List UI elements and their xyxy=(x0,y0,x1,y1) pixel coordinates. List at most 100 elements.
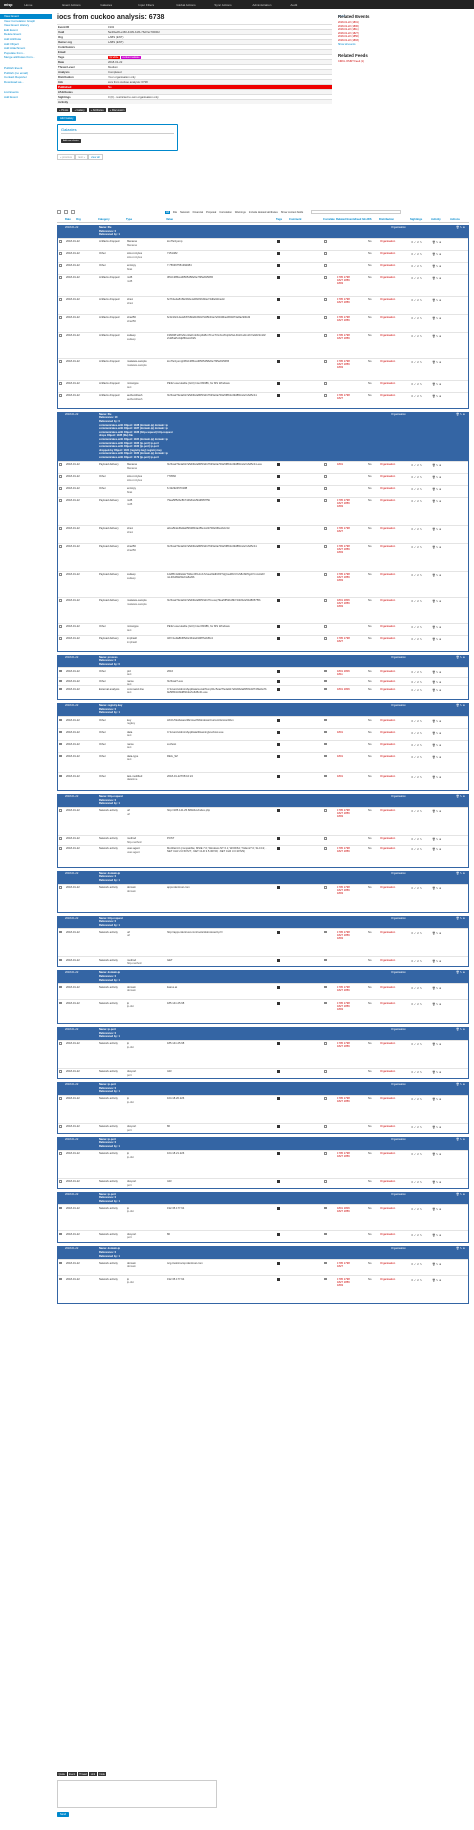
row-actions[interactable]: 🗑 ✎ ⊕ xyxy=(432,316,441,320)
add-tag-icon[interactable] xyxy=(277,837,280,841)
row-actions[interactable]: 🗑 ✎ ⊕ xyxy=(432,573,441,577)
row-checkbox[interactable] xyxy=(59,573,62,576)
correlate-checkbox[interactable] xyxy=(324,252,327,255)
correlate-checkbox[interactable] xyxy=(324,774,327,778)
row-checkbox[interactable] xyxy=(59,1097,62,1100)
column-header[interactable]: Org xyxy=(76,218,81,221)
column-header[interactable]: Feed hits xyxy=(355,218,367,221)
row-checkbox[interactable] xyxy=(59,394,62,397)
correlate-checkbox[interactable] xyxy=(324,718,327,722)
attribute-value[interactable]: svchost xyxy=(167,743,267,746)
related-events-links[interactable]: 1795 1798 1827 1856 1893 xyxy=(337,276,353,285)
correlate-checkbox[interactable] xyxy=(324,240,327,243)
attribute-value[interactable]: 443 xyxy=(167,1180,267,1183)
column-header[interactable]: Type xyxy=(126,218,132,221)
ids-flag[interactable]: No xyxy=(368,334,371,337)
ids-flag[interactable]: No xyxy=(368,637,371,640)
attribute-value[interactable]: f1c5ca27fe4a917a5d3b2a805f1d1f74.exe|79e… xyxy=(167,599,267,602)
object-actions[interactable]: 🗑 ✎ ⊕ xyxy=(456,1028,465,1031)
distribution-value[interactable]: Organisation xyxy=(380,298,395,301)
row-actions[interactable]: 🗑 ✎ ⊕ xyxy=(432,394,441,398)
related-events-links[interactable]: 1795 1798 1827 1856 1893 xyxy=(337,573,353,582)
related-events-links[interactable]: 1801 1806 1827 1856 xyxy=(337,1207,353,1213)
add-tag-icon[interactable] xyxy=(277,754,280,758)
row-actions[interactable]: 🗑 ✎ ⊕ xyxy=(432,637,441,641)
correlate-checkbox[interactable] xyxy=(324,1125,327,1128)
distribution-value[interactable]: Organisation xyxy=(380,731,395,734)
attribute-value[interactable]: f1c5ca27.exe xyxy=(167,680,267,683)
attribute-value[interactable]: REG_SZ xyxy=(167,755,267,758)
add-tag-icon[interactable] xyxy=(277,742,280,746)
row-actions[interactable]: 🗑 ✎ ⊕ xyxy=(432,959,441,963)
related-events-links[interactable]: 1795 1798 1827 xyxy=(337,1262,353,1268)
sighting-actions[interactable]: ⟲ ✓ ✗ ✎ xyxy=(411,382,422,386)
attribute-value[interactable]: Mozilla/4.0 (compatible; MSIE 7.0; Windo… xyxy=(167,847,267,853)
attribute-search-input[interactable] xyxy=(311,209,402,215)
nav-menu-sync-actions[interactable]: Sync Actions xyxy=(214,3,252,7)
correlate-checkbox[interactable] xyxy=(324,1001,327,1005)
related-events-links[interactable]: 1795 1798 1827 xyxy=(337,394,353,400)
row-actions[interactable]: 🗑 ✎ ⊕ xyxy=(432,599,441,603)
add-galaxy-button[interactable]: Add Galaxy xyxy=(57,116,77,122)
row-checkbox[interactable] xyxy=(59,637,62,640)
related-events-links[interactable]: 1795 1798 1827 1856 xyxy=(337,1152,353,1158)
row-checkbox[interactable] xyxy=(59,276,62,279)
ids-flag[interactable]: No xyxy=(368,475,371,478)
sighting-actions[interactable]: ⟲ ✓ ✗ ✎ xyxy=(411,545,422,549)
correlate-checkbox[interactable] xyxy=(324,334,327,337)
distribution-value[interactable]: Organisation xyxy=(380,240,395,243)
attribute-value[interactable]: 6c0c19c14a12b87d94d16b6d7d45b91a7e5349ba… xyxy=(167,316,267,319)
row-actions[interactable]: 🗑 ✎ ⊕ xyxy=(432,276,441,280)
row-actions[interactable]: 🗑 ✎ ⊕ xyxy=(432,487,441,491)
distribution-value[interactable]: Organisation xyxy=(380,837,395,840)
format-tab[interactable]: Code xyxy=(97,1772,107,1777)
object-actions[interactable]: 🗑 ✎ ⊕ xyxy=(456,1138,465,1141)
add-tag-icon[interactable] xyxy=(277,276,280,280)
distribution-value[interactable]: Organisation xyxy=(380,637,395,640)
ids-flag[interactable]: No xyxy=(368,775,371,778)
sighting-actions[interactable]: ⟲ ✓ ✗ ✎ xyxy=(411,360,422,364)
sighting-actions[interactable]: ⟲ ✓ ✗ ✎ xyxy=(411,1207,422,1211)
correlate-checkbox[interactable] xyxy=(324,573,327,576)
row-actions[interactable]: 🗑 ✎ ⊕ xyxy=(432,743,441,747)
column-header[interactable]: Distribution xyxy=(379,218,394,221)
add-tag-icon[interactable] xyxy=(277,475,280,478)
ids-flag[interactable]: No xyxy=(368,360,371,363)
ids-flag[interactable]: No xyxy=(368,959,371,962)
ids-flag[interactable]: No xyxy=(368,731,371,734)
attribute-value[interactable]: http://apps.identrust.com/roots/dstrootc… xyxy=(167,931,267,934)
ids-flag[interactable]: No xyxy=(368,240,371,243)
sighting-actions[interactable]: ⟲ ✓ ✗ ✎ xyxy=(411,1042,422,1046)
distribution-value[interactable]: Organisation xyxy=(380,487,395,490)
attribute-value[interactable]: 80 xyxy=(167,1125,267,1128)
distribution-value[interactable]: Organisation xyxy=(380,625,395,628)
correlate-checkbox[interactable] xyxy=(324,679,327,683)
related-events-links[interactable]: 1801 xyxy=(337,463,353,466)
distribution-value[interactable]: Organisation xyxy=(380,670,395,673)
add-tag-icon[interactable] xyxy=(277,1125,280,1129)
correlate-checkbox[interactable] xyxy=(324,382,327,385)
distribution-value[interactable]: Organisation xyxy=(380,599,395,602)
correlate-checkbox[interactable] xyxy=(324,527,327,530)
brand-logo[interactable]: misp xyxy=(4,3,12,7)
attribute-value[interactable]: 2616 xyxy=(167,670,267,673)
ids-flag[interactable]: No xyxy=(368,1180,371,1183)
ids-flag[interactable]: No xyxy=(368,625,371,628)
row-checkbox[interactable] xyxy=(59,316,62,319)
ids-flag[interactable]: No xyxy=(368,1262,371,1265)
correlate-checkbox[interactable] xyxy=(324,475,327,478)
object-actions[interactable]: 🗑 ✎ ⊕ xyxy=(456,872,465,875)
correlate-checkbox[interactable] xyxy=(324,1232,327,1236)
row-checkbox[interactable] xyxy=(59,837,62,840)
discussion-submit-button[interactable]: Send xyxy=(57,1812,70,1817)
add-tag-icon[interactable] xyxy=(277,463,280,466)
row-actions[interactable]: 🗑 ✎ ⊕ xyxy=(432,1097,441,1101)
row-checkbox[interactable] xyxy=(59,687,62,691)
related-events-links[interactable]: 1795 1798 1827 1856 xyxy=(337,316,353,322)
attribute-value[interactable]: 3d7c1e9a8b6f5d4c3b2a1908f7e6d5c4 xyxy=(167,637,267,640)
format-tab[interactable]: Event xyxy=(67,1772,77,1777)
correlate-checkbox[interactable] xyxy=(324,1277,327,1281)
distribution-value[interactable]: Organisation xyxy=(380,394,395,397)
row-actions[interactable]: 🗑 ✎ ⊕ xyxy=(432,1125,441,1129)
related-events-links[interactable]: 1795 1798 1827 xyxy=(337,637,353,643)
